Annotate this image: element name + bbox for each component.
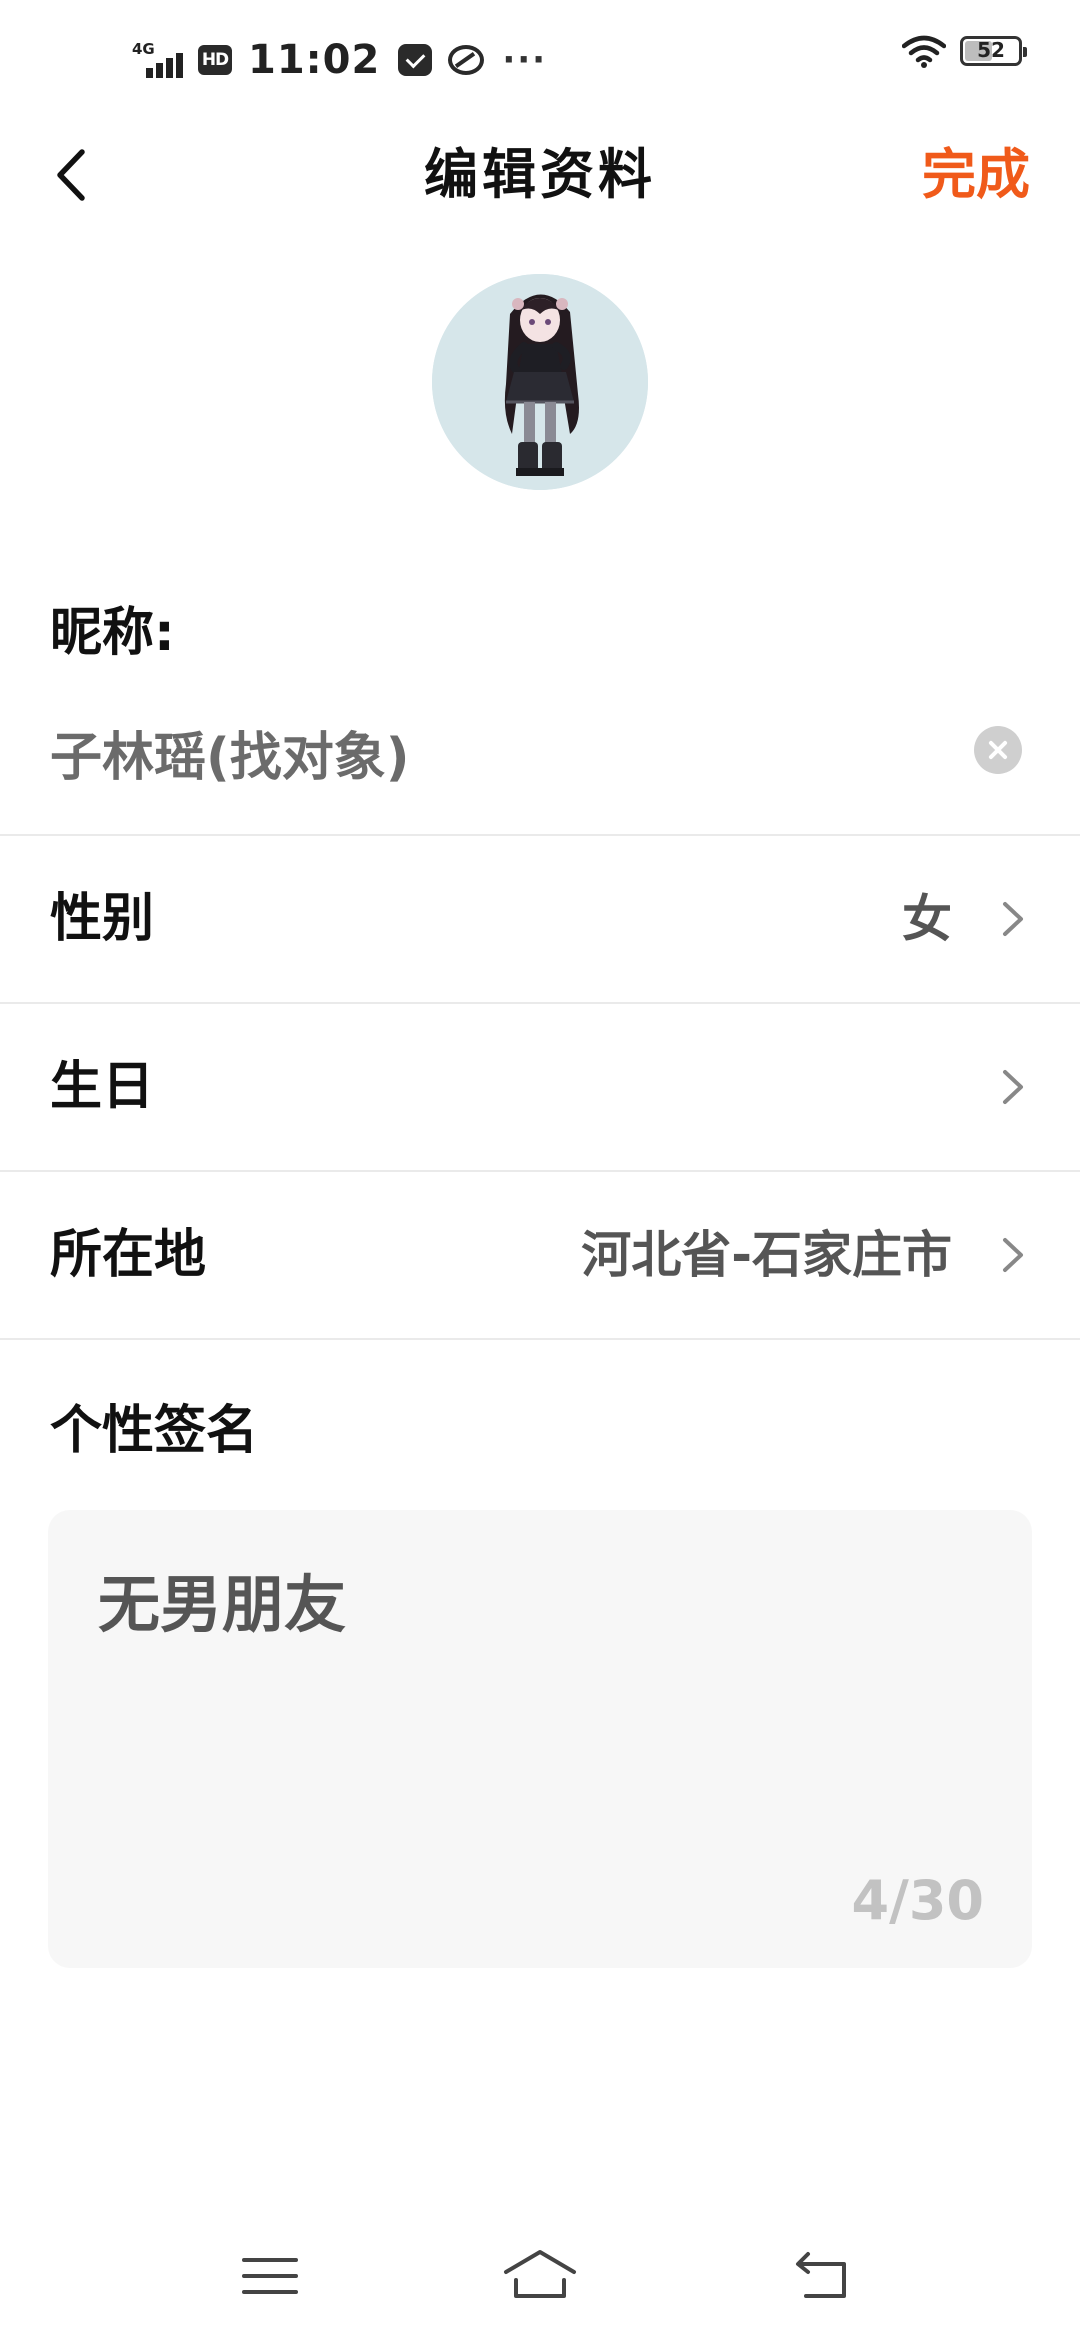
more-notifications-icon: ··· [502, 40, 548, 80]
status-bar-left: 4G HD 11:02 ··· [132, 30, 547, 90]
done-button[interactable]: 完成 [922, 140, 1030, 210]
signature-char-counter: 4/30 [851, 1869, 984, 1932]
clear-icon[interactable] [974, 726, 1022, 774]
notification-app-icon [398, 44, 433, 76]
battery-level-label: 52 [977, 38, 1005, 62]
location-row[interactable]: 所在地 河北省-石家庄市 [0, 1172, 1080, 1338]
nickname-input[interactable] [50, 712, 950, 792]
network-type-label: 4G [132, 40, 155, 58]
status-bar-right: 52 [902, 34, 1027, 68]
nickname-label: 昵称: [50, 603, 175, 663]
system-navigation-bar [0, 2220, 1080, 2340]
status-time: 11:02 [248, 37, 381, 83]
gender-label: 性别 [50, 889, 155, 949]
battery-icon: 52 [960, 36, 1027, 66]
battery-cap [1023, 47, 1027, 57]
divider [0, 1338, 1080, 1340]
edit-profile-screen: 4G HD 11:02 ··· 52 编辑资料 完成 昵称: 子林瑶(找对象) … [0, 0, 1080, 2340]
wifi-icon [902, 35, 946, 68]
birthday-row[interactable]: 生日 [0, 1004, 1080, 1170]
signature-text: 无男朋友 [98, 1568, 347, 1641]
cellular-signal-icon: 4G [132, 40, 186, 80]
signature-label: 个性签名 [50, 1401, 259, 1461]
signature-textarea[interactable]: 无男朋友 4/30 [48, 1510, 1032, 1968]
menu-icon[interactable] [230, 2240, 310, 2312]
top-app-bar: 编辑资料 完成 [0, 120, 1080, 230]
avatar[interactable] [432, 274, 648, 490]
hd-icon: HD [198, 45, 232, 75]
chevron-right-icon [1003, 902, 1023, 936]
back-icon[interactable] [784, 2240, 864, 2312]
gender-value: 女 [902, 890, 952, 948]
gender-row[interactable]: 性别 女 [0, 836, 1080, 1002]
notification-app-icon-2 [448, 45, 485, 75]
avatar-character-image [432, 274, 648, 490]
page-title: 编辑资料 [424, 143, 656, 206]
status-bar: 4G HD 11:02 ··· 52 [0, 0, 1080, 120]
location-label: 所在地 [50, 1225, 207, 1285]
home-icon[interactable] [500, 2240, 580, 2312]
chevron-right-icon [1003, 1070, 1023, 1104]
chevron-right-icon [1003, 1238, 1023, 1272]
location-value: 河北省-石家庄市 [581, 1226, 952, 1284]
birthday-label: 生日 [50, 1057, 155, 1117]
